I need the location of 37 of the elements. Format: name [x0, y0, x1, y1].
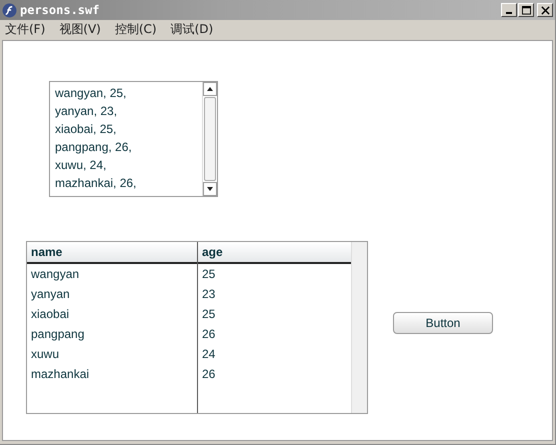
list-box[interactable]: wangyan, 25, yanyan, 23, xiaobai, 25, pangpang, 26, xuwu, 24, mazhankai, 26,: [49, 81, 218, 197]
table-cell-text: 26: [201, 326, 216, 343]
table-cell-text: 23: [201, 286, 216, 303]
minimize-icon: [506, 12, 512, 14]
menu-item[interactable]: 文件(F): [5, 20, 46, 38]
table-cell-text: 26: [201, 366, 216, 383]
close-button[interactable]: [537, 3, 553, 17]
table-cell-text: 24: [201, 346, 216, 363]
table-cell-text: yanyan: [30, 286, 71, 303]
close-icon: [540, 6, 550, 14]
action-button[interactable]: Button: [393, 312, 493, 334]
list-item[interactable]: wangyan, 25,: [55, 84, 202, 102]
list-item[interactable]: pangpang, 26,: [55, 138, 202, 156]
scroll-down-icon[interactable]: [203, 182, 217, 196]
flash-logo-icon: [2, 2, 17, 18]
menu-item[interactable]: 视图(V): [59, 20, 101, 38]
list-item[interactable]: yanyan, 23,: [55, 102, 202, 120]
table-cell-text: 25: [201, 306, 216, 323]
table-cell-text: wangyan: [30, 266, 80, 283]
table-cell-text: mazhankai: [30, 366, 90, 383]
column-header[interactable]: name: [27, 242, 197, 264]
menu-item[interactable]: 控制(C): [114, 20, 157, 38]
column-header[interactable]: age: [198, 242, 351, 264]
list-item[interactable]: xiaobai, 25,: [55, 120, 202, 138]
maximize-icon: [522, 6, 530, 14]
minimize-button[interactable]: [501, 3, 517, 17]
list-item[interactable]: mazhankai, 26,: [55, 174, 202, 192]
scroll-up-icon[interactable]: [203, 82, 217, 96]
table-cell-text: 25: [201, 266, 216, 283]
table-cell-text: xuwu: [30, 346, 60, 363]
table-cell-text: pangpang: [30, 326, 86, 343]
table-cell-text: xiaobai: [30, 306, 70, 323]
list-item[interactable]: xuwu, 24,: [55, 156, 202, 174]
window-title: persons.swf: [20, 3, 100, 17]
maximize-button[interactable]: [518, 3, 534, 17]
menu-item[interactable]: 调试(D): [170, 20, 214, 38]
scrollbar[interactable]: [202, 82, 217, 196]
